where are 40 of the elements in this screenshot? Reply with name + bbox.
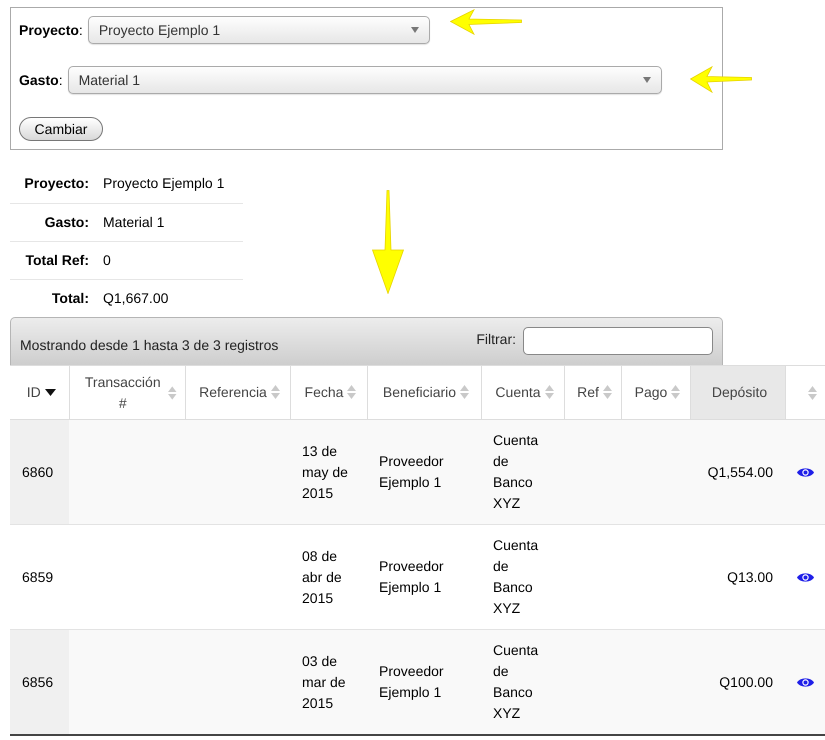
- annotation-arrow: [690, 66, 752, 93]
- table-cell: 13 de may de 2015: [290, 420, 367, 524]
- summary-label: Total Ref:: [10, 241, 103, 279]
- table-cell: 6860: [10, 420, 69, 524]
- field-label: Gasto:: [19, 70, 63, 90]
- table-cell: Q1,554.00: [690, 420, 785, 524]
- records-info: Mostrando desde 1 hasta 3 de 3 registros: [20, 336, 278, 355]
- caret-icon: [410, 27, 419, 33]
- table-cell: Cuenta de Banco XYZ: [481, 630, 564, 735]
- table-cell: 03 de mar de 2015: [290, 630, 367, 735]
- table-cell: Cuenta de Banco XYZ: [481, 420, 564, 524]
- filter-label: Filtrar:: [476, 330, 516, 349]
- summary-value: 0: [103, 241, 243, 279]
- eye-icon[interactable]: [796, 676, 814, 688]
- column-header[interactable]: Referencia: [185, 366, 290, 420]
- table-cell: Proveedor Ejemplo 1: [367, 630, 481, 735]
- table-cell: 6856: [10, 630, 69, 735]
- column-header[interactable]: Ref: [564, 366, 621, 420]
- cambiar-button[interactable]: Cambiar: [19, 117, 103, 141]
- table-cell: Proveedor Ejemplo 1: [367, 420, 481, 524]
- expense-select[interactable]: Material 1: [68, 66, 662, 94]
- column-header[interactable]: Beneficiario: [367, 366, 481, 420]
- summary-value: Proyecto Ejemplo 1: [103, 165, 243, 203]
- eye-icon[interactable]: [796, 572, 814, 582]
- filter-input[interactable]: [523, 327, 713, 355]
- column-header[interactable]: Fecha: [290, 366, 367, 420]
- summary-label: Proyecto:: [10, 165, 103, 203]
- caret-icon: [642, 77, 651, 83]
- annotation-arrow: [450, 9, 522, 35]
- field-label: Proyecto:: [19, 20, 83, 40]
- column-header[interactable]: Cuenta: [481, 366, 564, 420]
- column-header[interactable]: Depósito: [690, 366, 785, 420]
- column-header[interactable]: Transacción #: [69, 366, 185, 420]
- summary-label: Gasto:: [10, 203, 103, 241]
- eye-icon[interactable]: [796, 466, 814, 478]
- project-select[interactable]: Proyecto Ejemplo 1: [88, 16, 430, 44]
- table-cell: Q100.00: [690, 630, 785, 735]
- column-header[interactable]: Pago: [621, 366, 690, 420]
- column-header[interactable]: ID: [10, 366, 69, 420]
- summary-value: Material 1: [103, 203, 243, 241]
